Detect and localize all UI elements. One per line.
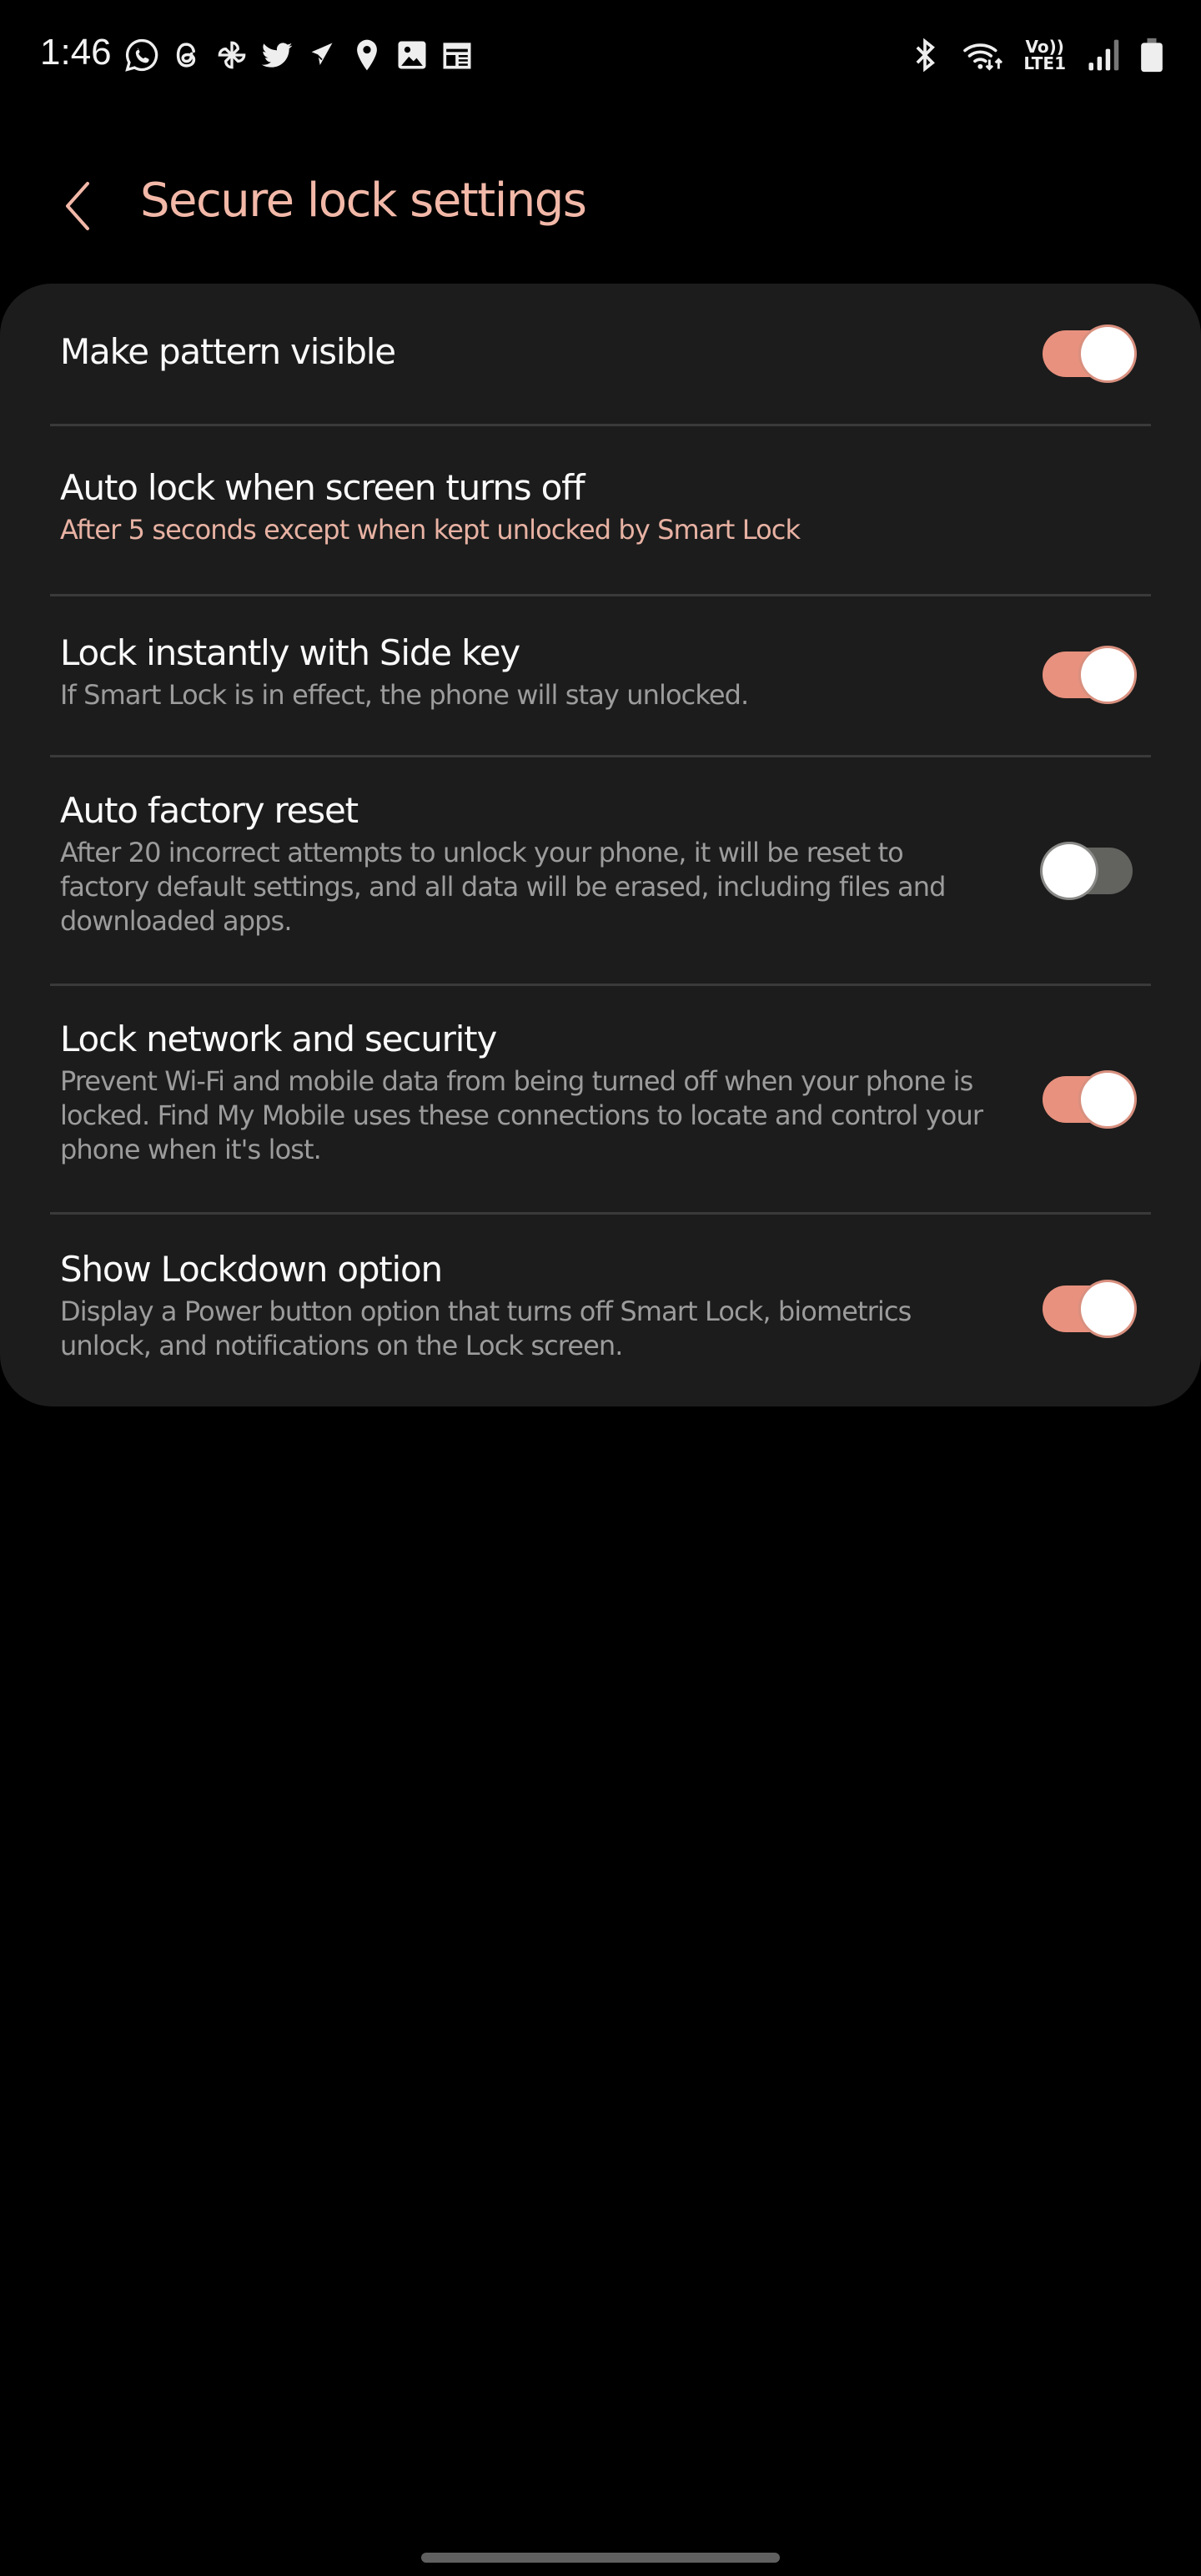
send-icon [304, 37, 340, 73]
volte-label: Vo)) [1025, 37, 1064, 57]
wifi-icon [962, 37, 1005, 73]
setting-title: Lock network and security [60, 1019, 497, 1059]
setting-title: Auto lock when screen turns off [60, 467, 585, 508]
setting-lock-network-security[interactable]: Lock network and security Prevent Wi-Fi … [0, 986, 1201, 1213]
notification-icons [123, 37, 475, 73]
settings-card: Make pattern visible Auto lock when scre… [0, 284, 1201, 1406]
whatsapp-icon [123, 37, 160, 73]
bluetooth-icon [907, 37, 943, 73]
gallery-icon [394, 37, 430, 73]
setting-auto-lock[interactable]: Auto lock when screen turns off After 5 … [0, 426, 1201, 595]
make-pattern-visible-toggle[interactable] [1043, 327, 1134, 380]
toggle-knob [1043, 844, 1096, 898]
setting-description: Prevent Wi-Fi and mobile data from being… [60, 1065, 983, 1165]
show-lockdown-option-toggle[interactable] [1043, 1282, 1134, 1336]
chevron-left-icon [66, 182, 89, 230]
setting-auto-factory-reset[interactable]: Auto factory reset After 20 incorrect at… [0, 757, 1201, 984]
setting-title: Lock instantly with Side key [60, 632, 520, 673]
status-time: 1:46 [40, 32, 112, 73]
system-icons: Vo)) LTE1 [907, 37, 1164, 73]
signal-icon [1084, 37, 1121, 73]
lock-instantly-side-key-toggle[interactable] [1043, 648, 1134, 702]
setting-lock-instantly-side-key[interactable]: Lock instantly with Side key If Smart Lo… [0, 596, 1201, 756]
lock-network-security-toggle[interactable] [1043, 1073, 1134, 1126]
auto-factory-reset-toggle[interactable] [1043, 844, 1134, 898]
setting-description: If Smart Lock is in effect, the phone wi… [60, 679, 749, 711]
page-title: Secure lock settings [140, 174, 587, 228]
pinwheel-icon [214, 37, 250, 73]
setting-title: Auto factory reset [60, 790, 359, 831]
toggle-knob [1081, 648, 1134, 702]
twitter-icon [259, 37, 295, 73]
setting-title: Show Lockdown option [60, 1249, 443, 1290]
back-button[interactable] [52, 177, 102, 235]
setting-value: After 5 seconds except when kept unlocke… [60, 514, 801, 546]
news-icon [439, 37, 475, 73]
setting-title: Make pattern visible [60, 331, 396, 372]
toggle-knob [1081, 327, 1134, 380]
setting-make-pattern-visible[interactable]: Make pattern visible [0, 284, 1201, 425]
app-bar: Secure lock settings [0, 158, 1201, 250]
toggle-knob [1081, 1282, 1134, 1336]
battery-icon [1139, 37, 1164, 73]
status-bar: 1:46 Vo)) LTE1 [0, 0, 1201, 108]
volte-icon: Vo)) LTE1 [1023, 38, 1066, 72]
threads-icon [168, 37, 205, 73]
setting-description: Display a Power button option that turns… [60, 1296, 912, 1361]
setting-description: After 20 incorrect attempts to unlock yo… [60, 837, 946, 937]
lte-label: LTE1 [1023, 53, 1066, 73]
toggle-knob [1081, 1073, 1134, 1126]
home-indicator[interactable] [421, 2553, 780, 2563]
location-pin-icon [349, 37, 385, 73]
setting-show-lockdown-option[interactable]: Show Lockdown option Display a Power but… [0, 1215, 1201, 1406]
